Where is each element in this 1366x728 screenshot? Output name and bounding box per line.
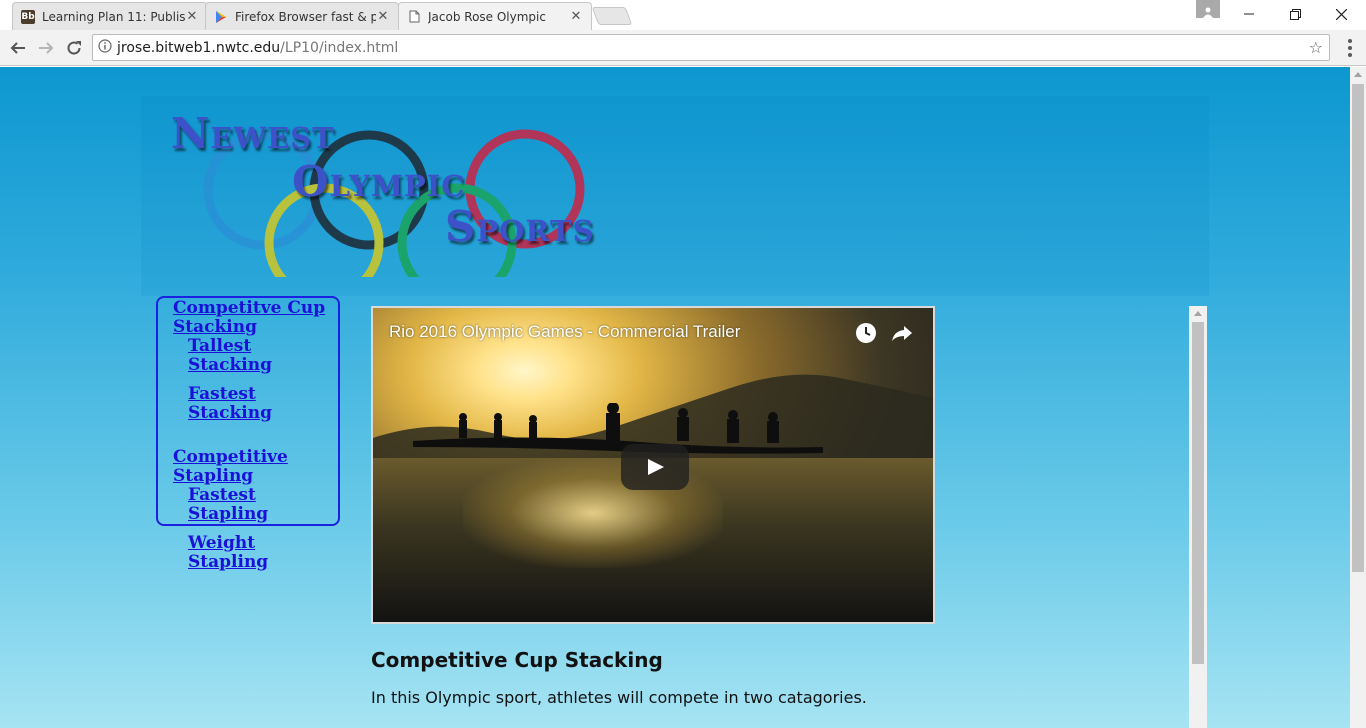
tab-title: Learning Plan 11: Publish	[42, 9, 185, 24]
tab-jacob-rose-olympic[interactable]: Jacob Rose Olympic ✕	[398, 2, 592, 30]
content-scroll-thumb[interactable]	[1192, 322, 1204, 664]
tab-learning-plan[interactable]: Bb Learning Plan 11: Publish ✕	[12, 2, 208, 30]
info-icon[interactable]	[93, 38, 117, 57]
back-button[interactable]	[6, 36, 30, 60]
scroll-up-arrow-icon[interactable]	[1354, 72, 1362, 77]
nav-link-competitive-stapling[interactable]: Competitive Stapling	[173, 448, 338, 486]
restore-button[interactable]	[1272, 0, 1318, 28]
close-icon[interactable]: ✕	[569, 9, 583, 24]
sidebar-nav: Competitve Cup Stacking Tallest Stacking…	[156, 296, 340, 572]
section-paragraph: In this Olympic sport, athletes will com…	[371, 688, 867, 707]
video-player[interactable]: Rio 2016 Olympic Games - Commercial Trai…	[371, 306, 935, 624]
browser-menu-icon[interactable]	[1340, 36, 1360, 60]
bb-icon: Bb	[21, 9, 35, 24]
tab-firefox[interactable]: Firefox Browser fast & pr ✕	[205, 2, 399, 30]
watch-later-clock-icon[interactable]	[855, 322, 877, 344]
close-window-button[interactable]	[1318, 0, 1364, 28]
nav-link-weight-stapling[interactable]: Weight Stapling	[188, 534, 338, 572]
url-path: /LP10/index.html	[280, 39, 399, 56]
tab-title: Jacob Rose Olympic	[428, 9, 546, 24]
browser-toolbar: jrose.bitweb1.nwtc.edu/LP10/index.html ☆	[0, 30, 1366, 66]
content-frame: Rio 2016 Olympic Games - Commercial Trai…	[357, 306, 1208, 728]
logo-word-sports: Sports	[445, 202, 595, 251]
logo-word-newest: Newest	[171, 109, 335, 158]
nav-link-competitive-cup-stacking[interactable]: Competitve Cup Stacking	[173, 299, 338, 337]
url-host: jrose.bitweb1.nwtc.edu	[117, 39, 281, 56]
nav-link-fastest-stacking[interactable]: Fastest Stacking	[188, 385, 338, 423]
minimize-button[interactable]	[1226, 0, 1272, 28]
page-scroll-thumb[interactable]	[1352, 84, 1364, 572]
nav-link-tallest-stacking[interactable]: Tallest Stacking	[188, 337, 338, 375]
page-scrollbar[interactable]	[1350, 67, 1366, 728]
page-icon	[407, 10, 421, 24]
scroll-up-arrow-icon[interactable]	[1194, 311, 1202, 316]
tab-strip: Bb Learning Plan 11: Publish ✕ Firefox B…	[0, 0, 1366, 30]
forward-button[interactable]	[34, 36, 58, 60]
logo-word-olympic: Olympic	[292, 157, 466, 206]
video-title[interactable]: Rio 2016 Olympic Games - Commercial Trai…	[389, 322, 740, 342]
share-arrow-icon[interactable]	[891, 322, 913, 344]
play-store-icon	[214, 10, 228, 24]
bookmark-star-icon[interactable]: ☆	[1309, 38, 1323, 57]
nav-link-fastest-stapling[interactable]: Fastest Stapling	[188, 486, 338, 524]
close-icon[interactable]: ✕	[185, 9, 199, 24]
user-profile-icon[interactable]	[1196, 0, 1220, 18]
address-bar[interactable]: jrose.bitweb1.nwtc.edu/LP10/index.html ☆	[92, 34, 1330, 61]
tab-title: Firefox Browser fast & pr	[235, 9, 376, 24]
content-scrollbar[interactable]	[1189, 306, 1207, 728]
reload-button[interactable]	[62, 36, 86, 60]
new-tab-button[interactable]	[591, 7, 633, 25]
section-heading: Competitive Cup Stacking	[371, 648, 663, 672]
play-button[interactable]	[621, 444, 689, 490]
close-icon[interactable]: ✕	[376, 9, 390, 24]
site-logo: Newest Olympic Sports	[165, 97, 625, 277]
page-viewport: Newest Olympic Sports Competitve Cup Sta…	[0, 67, 1350, 728]
